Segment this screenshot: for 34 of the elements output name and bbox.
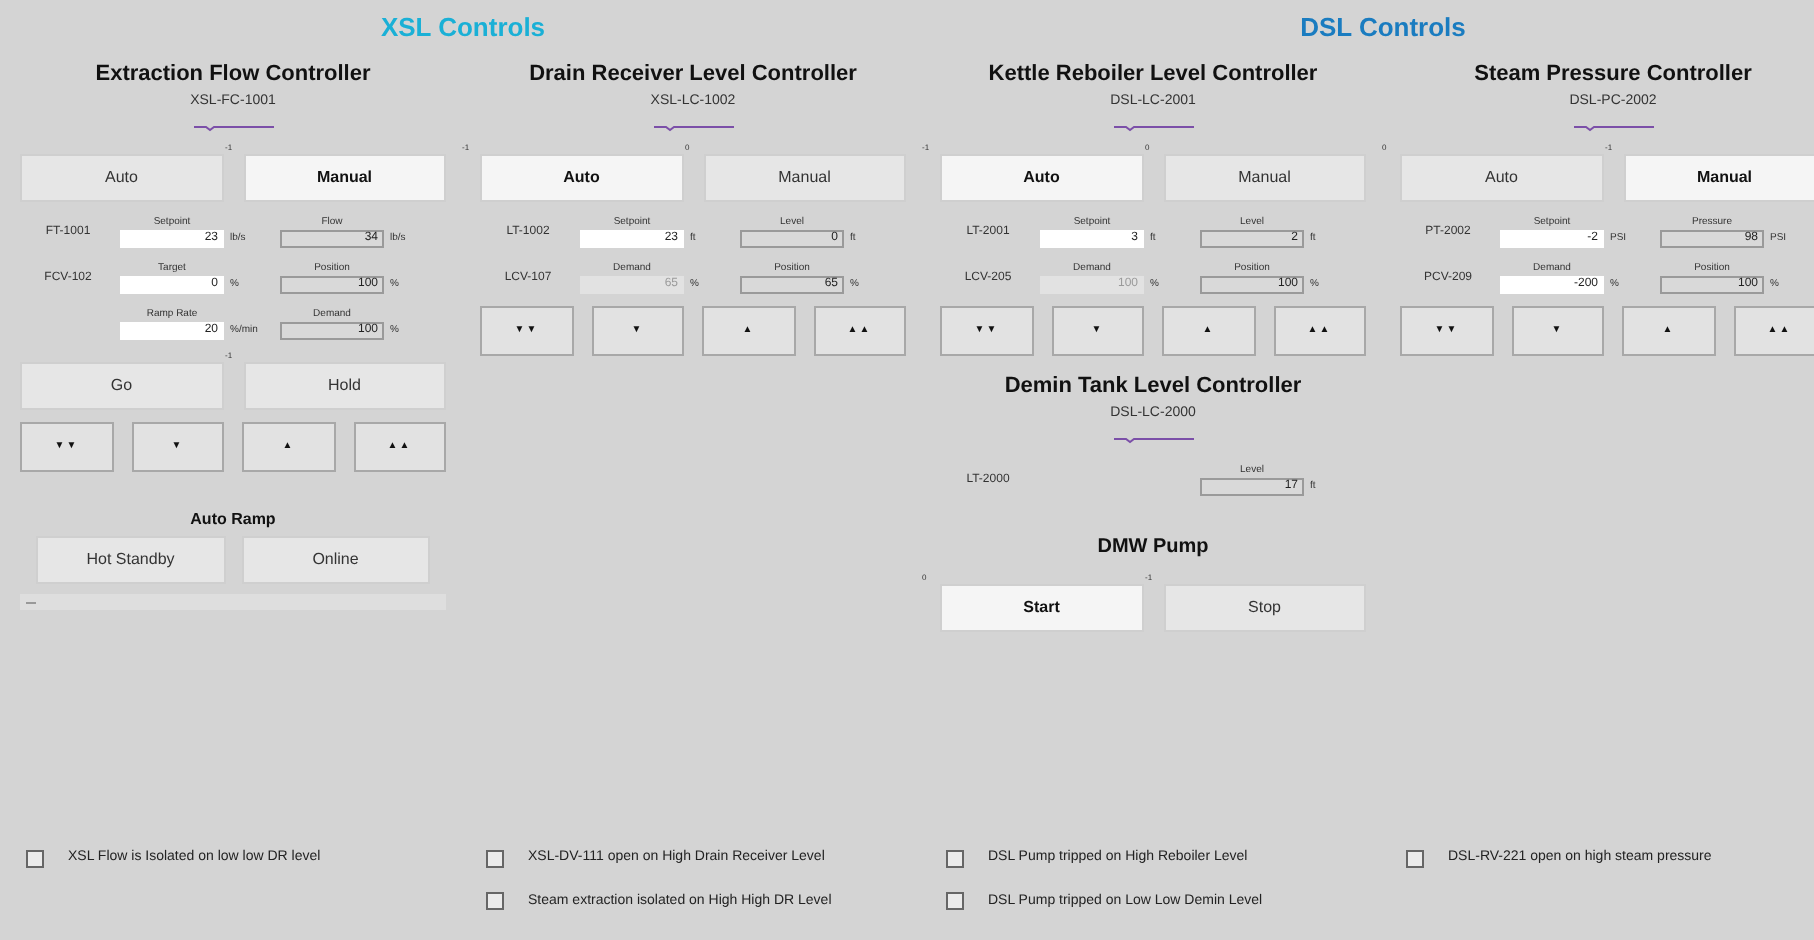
alarm-checkbox[interactable] [946, 892, 964, 911]
group-title: DMW Pump [1097, 534, 1209, 562]
mode-button[interactable]: Auto [480, 154, 683, 202]
mode-button[interactable]: Manual [243, 154, 446, 202]
alarm-checkbox[interactable] [26, 849, 44, 868]
mode-button[interactable]: Manual [1163, 154, 1366, 202]
alarm-checkbox[interactable] [486, 849, 504, 868]
mode-button[interactable]: Start [940, 584, 1143, 632]
mode-button[interactable]: Auto [20, 154, 223, 202]
mode-button[interactable]: Manual [1623, 154, 1814, 202]
mode-button[interactable]: Manual [703, 154, 906, 202]
controller-title: Demin Tank Level Controller [1004, 372, 1302, 400]
trend-line-icon [1113, 124, 1193, 132]
controller-title: Extraction Flow Controller [95, 60, 371, 88]
alarm-checkbox[interactable] [946, 849, 964, 868]
controller-title: Kettle Reboiler Level Controller [988, 60, 1318, 88]
alarm-checkbox[interactable] [486, 892, 504, 911]
trend-line-icon [653, 124, 733, 132]
group-title: Auto Ramp [190, 508, 276, 532]
ramp-button[interactable]: Hot Standby [36, 536, 225, 584]
section-title: DSL Controls [1300, 12, 1466, 44]
mode-button[interactable]: Go [20, 362, 223, 410]
ramp-button[interactable]: Online [241, 536, 430, 584]
mode-button[interactable]: Auto [1400, 154, 1603, 202]
controller-title: Drain Receiver Level Controller [529, 60, 857, 88]
controller-title: Steam Pressure Controller [1474, 60, 1752, 88]
mode-button[interactable]: Stop [1163, 584, 1366, 632]
trend-line-icon [1113, 436, 1193, 444]
section-title: XSL Controls [380, 12, 546, 44]
mode-button[interactable]: Auto [940, 154, 1143, 202]
trend-line-icon [1573, 124, 1653, 132]
alarm-checkbox[interactable] [1406, 849, 1424, 868]
trend-line-icon [193, 124, 273, 132]
mode-button[interactable]: Hold [243, 362, 446, 410]
